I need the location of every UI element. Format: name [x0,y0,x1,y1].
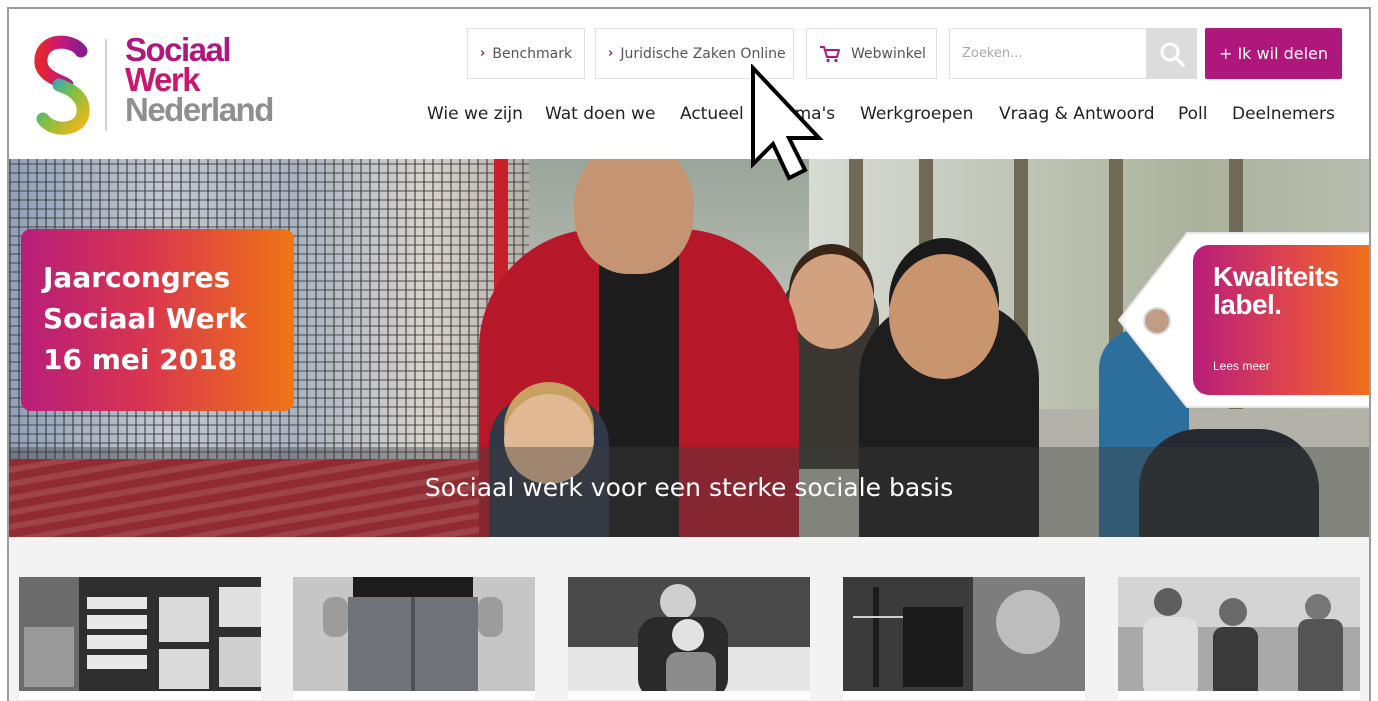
thumbnail-caption-strip [293,691,535,699]
hero-banner[interactable]: Sociaal werk voor een sterke sociale bas… [9,159,1369,537]
thumbnail-image [568,577,810,699]
kwaliteitslabel-title-1: Kwaliteits [1213,261,1339,292]
hero-tagline: Sociaal werk voor een sterke sociale bas… [424,473,954,502]
thumbnail-caption-strip [1118,691,1360,699]
photo-boy-head [889,254,999,379]
nav-item-wat-doen-we[interactable]: Wat doen we [545,104,655,124]
search-icon [1160,42,1185,67]
nav-item-deelnemers[interactable]: Deelnemers [1232,104,1335,124]
content-area [9,537,1369,701]
search-box [949,28,1197,79]
juridische-zaken-label: Juridische Zaken Online [620,45,786,62]
news-thumbnail-1[interactable] [19,577,261,699]
mouse-pointer-icon [751,64,824,181]
benchmark-button[interactable]: › Benchmark [467,28,585,79]
thumbnail-caption-strip [19,691,261,699]
site-logo[interactable]: Sociaal Werk Nederland [33,33,313,135]
lees-meer-link[interactable]: Lees meer [1213,359,1369,373]
nav-item-actueel[interactable]: Actueel [680,104,744,124]
benchmark-label: Benchmark [492,45,573,62]
logo-s-icon [34,35,90,135]
jaarcongres-badge[interactable]: Jaarcongres Sociaal Werk 16 mei 2018 [21,229,294,411]
news-thumbnail-3[interactable] [568,577,810,699]
news-thumbnail-2[interactable] [293,577,535,699]
webwinkel-label: Webwinkel [851,45,926,62]
ik-wil-delen-button[interactable]: + Ik wil delen [1205,28,1342,79]
kwaliteitslabel-tag[interactable]: Kwaliteits label. Lees meer [1117,229,1369,411]
logo-divider [105,39,107,131]
thumbnail-image [293,577,535,699]
logo-wordmark: Sociaal Werk Nederland [125,33,274,128]
nav-item-werkgroepen[interactable]: Werkgroepen [860,104,973,124]
thumbnail-image [19,577,261,699]
thumbnail-image [843,577,1085,699]
cart-icon [819,45,841,63]
thumbnail-caption-strip [843,691,1085,699]
nav-item-wie-we-zijn[interactable]: Wie we zijn [427,104,523,124]
search-input[interactable] [949,28,1146,79]
chevron-right-icon: › [608,46,614,61]
thumbnail-caption-strip [568,691,810,699]
congres-line-2: Sociaal Werk [43,302,248,335]
page-frame: Sociaal Werk Nederland › Benchmark › Jur… [7,7,1371,701]
congres-line-1: Jaarcongres [43,261,231,294]
kwaliteitslabel-panel: Kwaliteits label. Lees meer [1193,245,1369,395]
search-button[interactable] [1146,28,1197,79]
kwaliteitslabel-title-2: label. [1213,289,1282,320]
thumbnail-image [1118,577,1360,699]
tag-hole [1143,307,1171,335]
site-header: Sociaal Werk Nederland › Benchmark › Jur… [9,9,1369,159]
photo-man-head [574,159,694,274]
congres-line-3: 16 mei 2018 [43,343,238,376]
news-thumbnail-5[interactable] [1118,577,1360,699]
nav-item-vraag-antwoord[interactable]: Vraag & Antwoord [999,104,1155,124]
chevron-right-icon: › [480,46,486,61]
logo-word-nederland: Nederland [125,91,274,128]
news-thumbnail-4[interactable] [843,577,1085,699]
nav-item-poll[interactable]: Poll [1178,104,1208,124]
